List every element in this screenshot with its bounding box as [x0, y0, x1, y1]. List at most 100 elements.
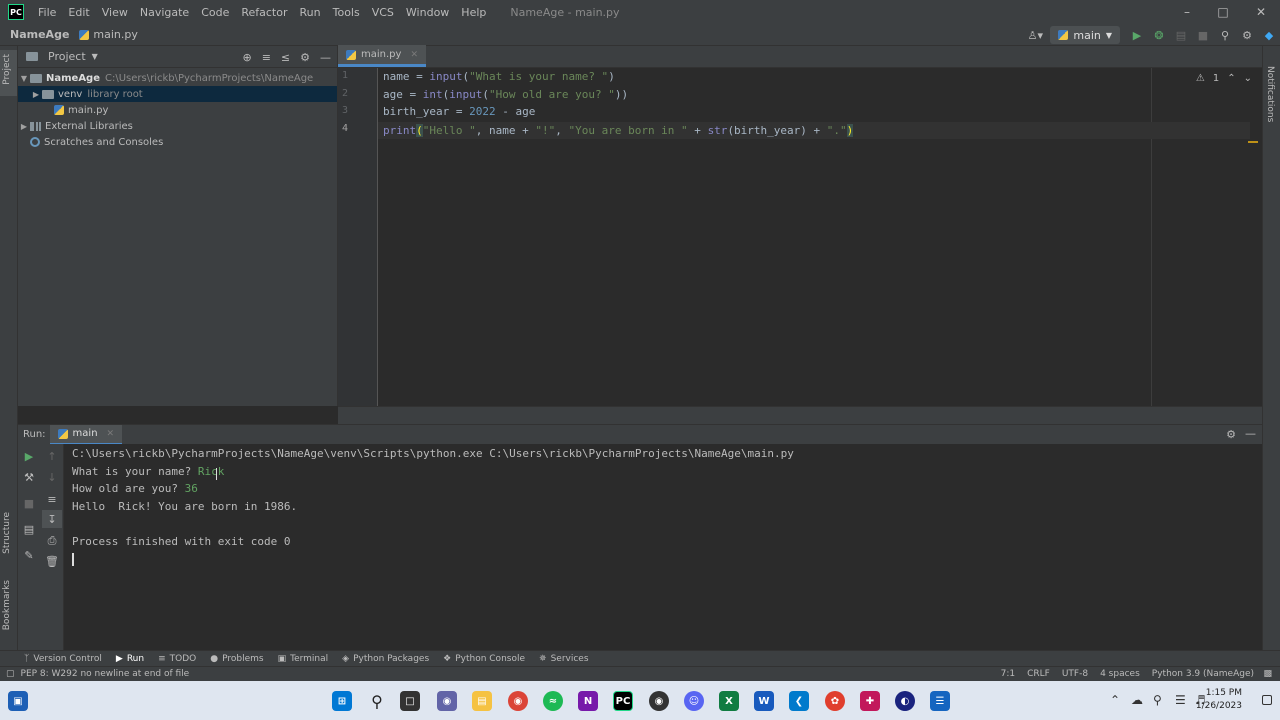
- microphone-icon[interactable]: ⚲: [1153, 693, 1162, 707]
- status-toggle-icon[interactable]: ▢: [6, 669, 15, 679]
- code-line-1[interactable]: name = input("What is your name? "): [383, 70, 615, 83]
- task-view-icon[interactable]: ▣: [8, 691, 28, 711]
- bookmarks-tool-label[interactable]: Bookmarks: [2, 580, 12, 630]
- menu-code[interactable]: Code: [195, 6, 235, 19]
- menu-view[interactable]: View: [96, 6, 134, 19]
- tool-run[interactable]: ▶ Run: [116, 654, 144, 664]
- close-tab-icon[interactable]: ✕: [107, 429, 115, 439]
- trash-icon[interactable]: 🗑: [42, 552, 62, 570]
- tool-version-control[interactable]: ᛉ Version Control: [24, 654, 102, 664]
- print-icon[interactable]: ⎙: [42, 532, 62, 550]
- hide-panel-icon[interactable]: —: [1245, 427, 1256, 440]
- clock[interactable]: 1:15 PM 1/26/2023: [1196, 687, 1242, 713]
- pin-tab-icon[interactable]: ✎: [19, 546, 39, 564]
- windows-start-icon[interactable]: ⊞: [332, 691, 352, 711]
- close-tab-icon[interactable]: ✕: [410, 50, 418, 60]
- warning-stripe-marker[interactable]: [1248, 141, 1258, 143]
- menu-window[interactable]: Window: [400, 6, 455, 19]
- vscode-icon[interactable]: ❮: [789, 691, 809, 711]
- tool-python-packages[interactable]: ◈ Python Packages: [342, 654, 429, 664]
- collapse-all-icon[interactable]: ≤: [281, 51, 290, 64]
- menu-file[interactable]: File: [32, 6, 62, 19]
- maximize-icon[interactable]: □: [1206, 0, 1240, 24]
- menu-vcs[interactable]: VCS: [366, 6, 400, 19]
- cloud-icon[interactable]: ☁: [1131, 693, 1143, 707]
- search-icon[interactable]: ⚲: [367, 691, 387, 711]
- caret-position[interactable]: 7:1: [1001, 669, 1015, 679]
- task-view-icon[interactable]: □: [400, 691, 420, 711]
- settings-gear-icon[interactable]: ⚙: [1236, 24, 1258, 46]
- run-icon[interactable]: ▶: [1126, 24, 1148, 46]
- options-gear-icon[interactable]: ⚙: [300, 51, 310, 64]
- chevron-down-icon[interactable]: ⌄: [1244, 73, 1252, 84]
- debug-icon[interactable]: ❂: [1148, 24, 1170, 46]
- tab-main-py[interactable]: main.py ✕: [338, 45, 426, 67]
- run-configuration-select[interactable]: main ▼: [1050, 26, 1120, 44]
- stop-icon[interactable]: ■: [19, 494, 39, 512]
- structure-tool-label[interactable]: Structure: [2, 512, 12, 554]
- tree-item-venv[interactable]: ▶ venv library root: [18, 86, 337, 102]
- chevron-down-icon[interactable]: ▼: [18, 74, 30, 83]
- python-interpreter[interactable]: Python 3.9 (NameAge): [1152, 669, 1254, 679]
- run-settings-gear-icon[interactable]: ⚙: [1226, 428, 1236, 441]
- app-icon[interactable]: ◉: [649, 691, 669, 711]
- up-arrow-icon[interactable]: ↑: [42, 447, 62, 465]
- tool-services[interactable]: ✵ Services: [539, 654, 589, 664]
- chevron-up-icon[interactable]: ⌃: [1227, 73, 1235, 84]
- file-explorer-icon[interactable]: ▤: [472, 691, 492, 711]
- tool-terminal[interactable]: ▣ Terminal: [278, 654, 329, 664]
- notepad-icon[interactable]: ☰: [930, 691, 950, 711]
- menu-navigate[interactable]: Navigate: [134, 6, 195, 19]
- menu-edit[interactable]: Edit: [62, 6, 95, 19]
- menu-help[interactable]: Help: [455, 6, 492, 19]
- breadcrumb-project[interactable]: NameAge: [0, 28, 75, 41]
- notification-center-icon[interactable]: [1262, 695, 1272, 705]
- tool-python-console[interactable]: ❖ Python Console: [443, 654, 525, 664]
- status-message[interactable]: PEP 8: W292 no newline at end of file: [21, 669, 190, 679]
- lock-icon[interactable]: ▩: [1263, 669, 1272, 679]
- tree-item-scratches[interactable]: Scratches and Consoles: [18, 134, 337, 150]
- chrome-icon[interactable]: ◉: [508, 691, 528, 711]
- run-console-output[interactable]: C:\Users\rickb\PycharmProjects\NameAge\v…: [64, 444, 1262, 650]
- menu-run[interactable]: Run: [294, 6, 327, 19]
- chevron-right-icon[interactable]: ▶: [18, 122, 30, 131]
- tool-problems[interactable]: ● Problems: [210, 654, 263, 664]
- chevron-up-icon[interactable]: ⌃: [1110, 693, 1120, 707]
- tree-item-main-py[interactable]: main.py: [18, 102, 337, 118]
- chevron-down-icon[interactable]: ▼: [92, 52, 98, 61]
- down-arrow-icon[interactable]: ↓: [42, 468, 62, 486]
- line-separator[interactable]: CRLF: [1027, 669, 1050, 679]
- app-icon[interactable]: ✿: [825, 691, 845, 711]
- word-icon[interactable]: W: [754, 691, 774, 711]
- eclipse-icon[interactable]: ◐: [895, 691, 915, 711]
- breadcrumb-file[interactable]: main.py: [75, 28, 141, 41]
- tool-todo[interactable]: ≡ TODO: [158, 654, 196, 664]
- menu-refactor[interactable]: Refactor: [235, 6, 293, 19]
- spotify-icon[interactable]: ≈: [543, 691, 563, 711]
- project-panel-title[interactable]: Project: [48, 50, 86, 63]
- wifi-icon[interactable]: ☰: [1175, 693, 1186, 707]
- scroll-to-end-icon[interactable]: ↧: [42, 510, 62, 528]
- jetbrains-toolbox-icon[interactable]: ◆: [1258, 24, 1280, 46]
- inspection-widget[interactable]: ⚠ 1 ⌃ ⌄: [1196, 73, 1252, 84]
- code-editor[interactable]: main.py ✕ 1 2 3 4 name = input("What is …: [338, 45, 1262, 406]
- soft-wrap-icon[interactable]: ≡: [42, 490, 62, 508]
- app-icon[interactable]: ✚: [860, 691, 880, 711]
- expand-all-icon[interactable]: ≡: [262, 51, 271, 64]
- chat-icon[interactable]: ◉: [437, 691, 457, 711]
- menu-tools[interactable]: Tools: [327, 6, 366, 19]
- close-icon[interactable]: ✕: [1244, 0, 1278, 24]
- chevron-right-icon[interactable]: ▶: [30, 90, 42, 99]
- account-icon[interactable]: ♙▾: [1020, 24, 1050, 46]
- code-line-4[interactable]: print("Hello ", name + "!", "You are bor…: [378, 122, 1250, 139]
- minimize-icon[interactable]: –: [1170, 0, 1204, 24]
- file-encoding[interactable]: UTF-8: [1062, 669, 1088, 679]
- pycharm-icon[interactable]: PC: [613, 691, 633, 711]
- discord-icon[interactable]: ☺: [684, 691, 704, 711]
- modify-run-config-icon[interactable]: ⚒: [19, 468, 39, 486]
- rerun-icon[interactable]: ▶: [19, 447, 39, 465]
- code-line-3[interactable]: birth_year = 2022 - age: [383, 105, 535, 118]
- onenote-icon[interactable]: N: [578, 691, 598, 711]
- search-icon[interactable]: ⚲: [1214, 24, 1236, 46]
- code-line-2[interactable]: age = int(input("How old are you? ")): [383, 88, 628, 101]
